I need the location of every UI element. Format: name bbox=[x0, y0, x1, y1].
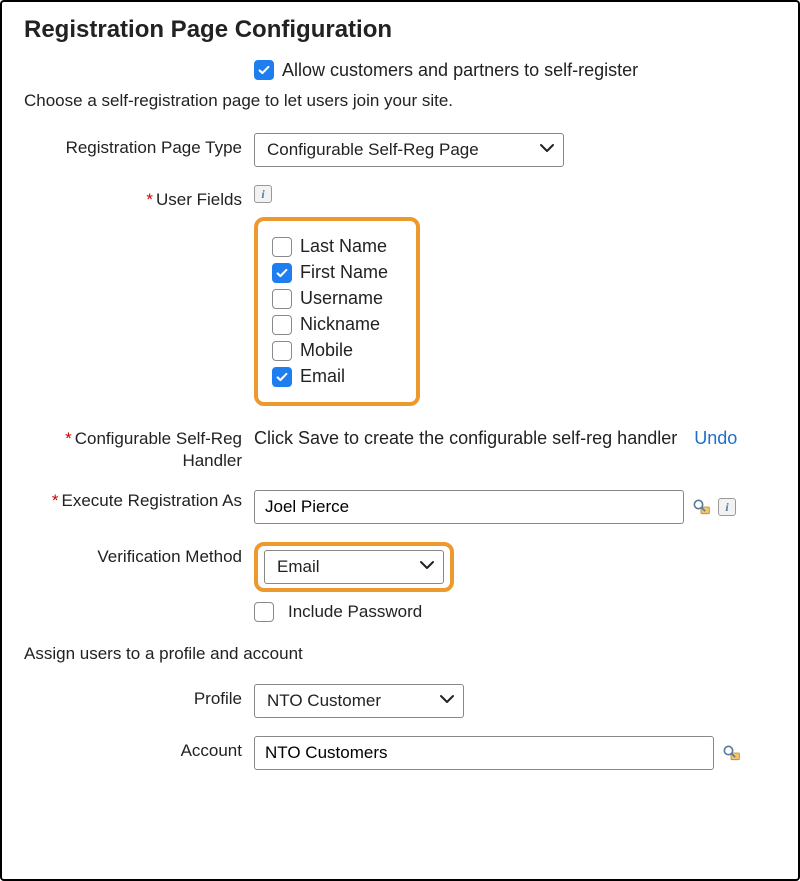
verification-method-select[interactable]: Email bbox=[264, 550, 444, 584]
user-fields-row: Last Name First Name Username Nickname bbox=[24, 217, 776, 406]
user-field-item: Email bbox=[272, 366, 388, 387]
user-field-item: Mobile bbox=[272, 340, 388, 361]
profile-row: Profile NTO Customer bbox=[24, 684, 776, 718]
user-field-label: Nickname bbox=[300, 314, 380, 335]
handler-row: *Configurable Self-Reg Handler Click Sav… bbox=[24, 428, 776, 472]
undo-link[interactable]: Undo bbox=[694, 428, 737, 449]
chevron-down-icon bbox=[539, 140, 555, 161]
profile-select[interactable]: NTO Customer bbox=[254, 684, 464, 718]
include-password-row: Include Password bbox=[24, 602, 776, 622]
user-field-checkbox-email[interactable] bbox=[272, 367, 292, 387]
verification-method-highlight-box: Email bbox=[254, 542, 454, 592]
registration-page-type-label: Registration Page Type bbox=[24, 133, 254, 159]
registration-page-type-value: Configurable Self-Reg Page bbox=[267, 140, 479, 160]
verification-method-value: Email bbox=[277, 557, 320, 577]
include-password-label: Include Password bbox=[288, 602, 422, 622]
page-title: Registration Page Configuration bbox=[24, 16, 776, 44]
verification-method-row: Verification Method Email bbox=[24, 542, 776, 592]
user-field-label: Email bbox=[300, 366, 345, 387]
registration-page-type-row: Registration Page Type Configurable Self… bbox=[24, 133, 776, 167]
handler-text: Click Save to create the configurable se… bbox=[254, 428, 677, 449]
required-asterisk: * bbox=[65, 429, 72, 448]
execute-as-input[interactable] bbox=[254, 490, 684, 524]
required-asterisk: * bbox=[52, 491, 59, 510]
user-fields-label-row: *User Fields i bbox=[24, 185, 776, 211]
account-label: Account bbox=[24, 736, 254, 762]
user-field-label: Username bbox=[300, 288, 383, 309]
registration-page-type-select[interactable]: Configurable Self-Reg Page bbox=[254, 133, 564, 167]
user-field-label: Mobile bbox=[300, 340, 353, 361]
required-asterisk: * bbox=[146, 190, 153, 209]
chevron-down-icon bbox=[439, 691, 455, 712]
user-field-label: Last Name bbox=[300, 236, 387, 257]
execute-as-row: *Execute Registration As i bbox=[24, 490, 776, 524]
account-row: Account bbox=[24, 736, 776, 770]
user-field-checkbox-mobile[interactable] bbox=[272, 341, 292, 361]
user-fields-label: *User Fields bbox=[24, 185, 254, 211]
verification-method-label: Verification Method bbox=[24, 542, 254, 568]
info-icon[interactable]: i bbox=[718, 498, 736, 516]
user-field-checkbox-nickname[interactable] bbox=[272, 315, 292, 335]
user-fields-highlight-box: Last Name First Name Username Nickname bbox=[254, 217, 420, 406]
chevron-down-icon bbox=[419, 557, 435, 578]
user-field-item: Last Name bbox=[272, 236, 388, 257]
info-icon[interactable]: i bbox=[254, 185, 272, 203]
user-field-item: Username bbox=[272, 288, 388, 309]
user-field-item: Nickname bbox=[272, 314, 388, 335]
user-field-checkbox-username[interactable] bbox=[272, 289, 292, 309]
user-field-label: First Name bbox=[300, 262, 388, 283]
allow-self-register-label: Allow customers and partners to self-reg… bbox=[282, 60, 638, 81]
execute-as-label: *Execute Registration As bbox=[24, 490, 254, 512]
include-password-checkbox[interactable] bbox=[254, 602, 274, 622]
profile-value: NTO Customer bbox=[267, 691, 381, 711]
config-panel: Registration Page Configuration Allow cu… bbox=[0, 0, 800, 881]
instructions-text: Choose a self-registration page to let u… bbox=[24, 91, 776, 111]
user-field-item: First Name bbox=[272, 262, 388, 283]
allow-self-register-checkbox[interactable] bbox=[254, 60, 274, 80]
profile-label: Profile bbox=[24, 684, 254, 710]
lookup-icon[interactable] bbox=[720, 742, 742, 764]
handler-label: *Configurable Self-Reg Handler bbox=[24, 428, 254, 472]
user-field-checkbox-firstname[interactable] bbox=[272, 263, 292, 283]
assign-section-text: Assign users to a profile and account bbox=[24, 644, 776, 664]
lookup-icon[interactable] bbox=[690, 496, 712, 518]
account-input[interactable] bbox=[254, 736, 714, 770]
allow-self-register-row: Allow customers and partners to self-reg… bbox=[24, 60, 776, 81]
user-field-checkbox-lastname[interactable] bbox=[272, 237, 292, 257]
